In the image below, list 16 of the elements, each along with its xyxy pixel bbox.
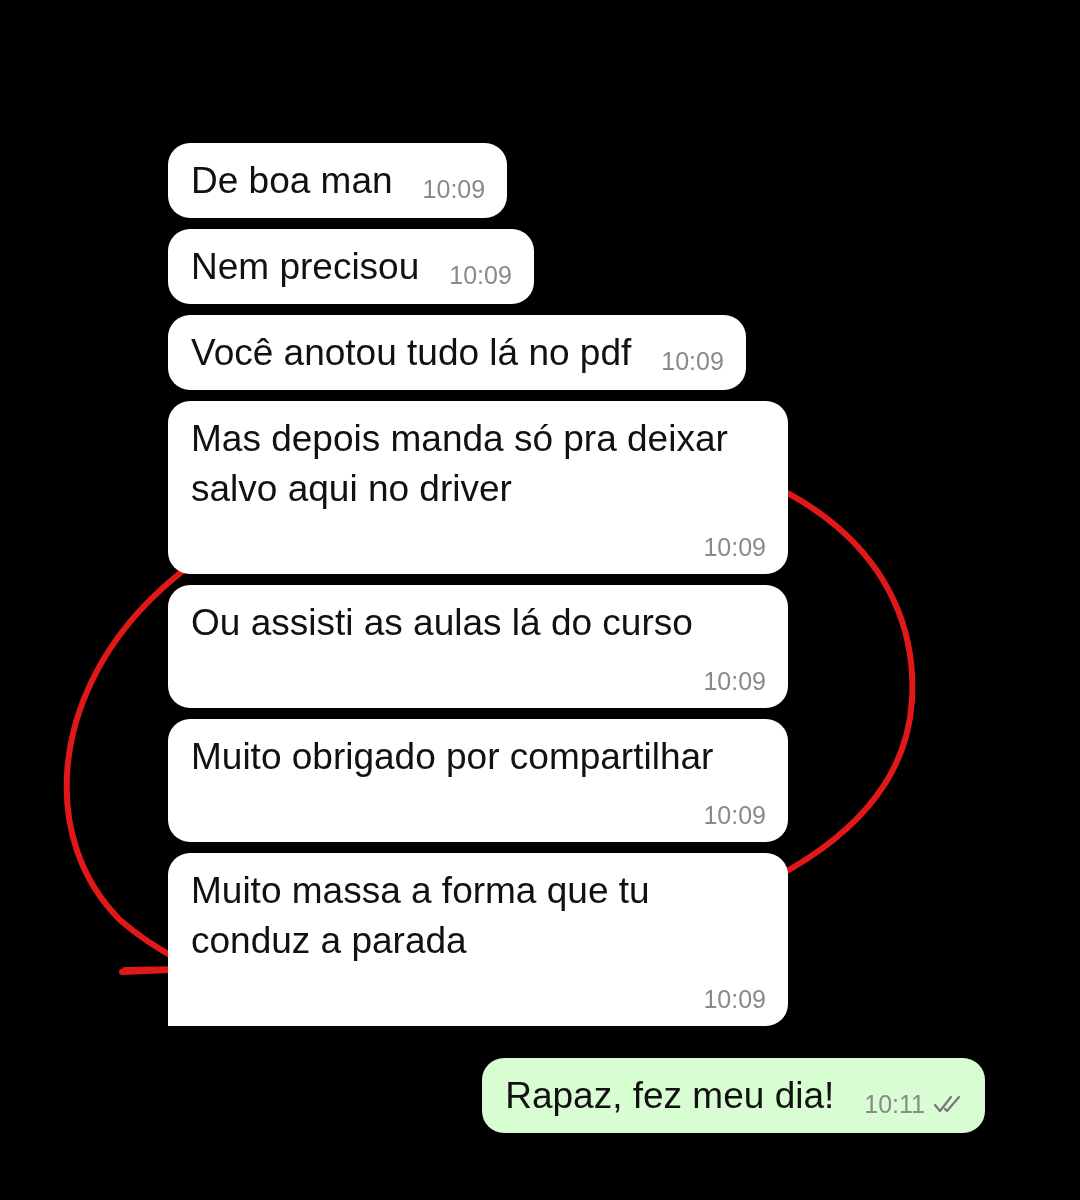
timestamp: 10:09 (703, 984, 766, 1014)
timestamp: 10:09 (422, 174, 486, 204)
timestamp: 10:09 (449, 260, 512, 290)
timestamp: 10:09 (703, 532, 766, 562)
timestamp: 10:09 (703, 666, 766, 696)
message-text: Rapaz, fez meu dia! (505, 1074, 835, 1118)
message-text: Muito obrigado por compartilhar (191, 735, 714, 779)
message-text: Mas depois manda só pra deixar salvo aqui no driver (191, 417, 729, 511)
timestamp: 10:11 (864, 1089, 925, 1119)
timestamp: 10:09 (661, 346, 724, 376)
timestamp: 10:09 (703, 800, 766, 830)
message-text: Muito massa a forma que tu conduz a parada (191, 869, 651, 963)
message-text: Ou assisti as aulas lá do curso (191, 601, 693, 645)
message-text: Nem precisou (191, 245, 420, 289)
message-text: Você anotou tudo lá no pdf (191, 331, 632, 375)
message-text: De boa man (191, 159, 393, 203)
